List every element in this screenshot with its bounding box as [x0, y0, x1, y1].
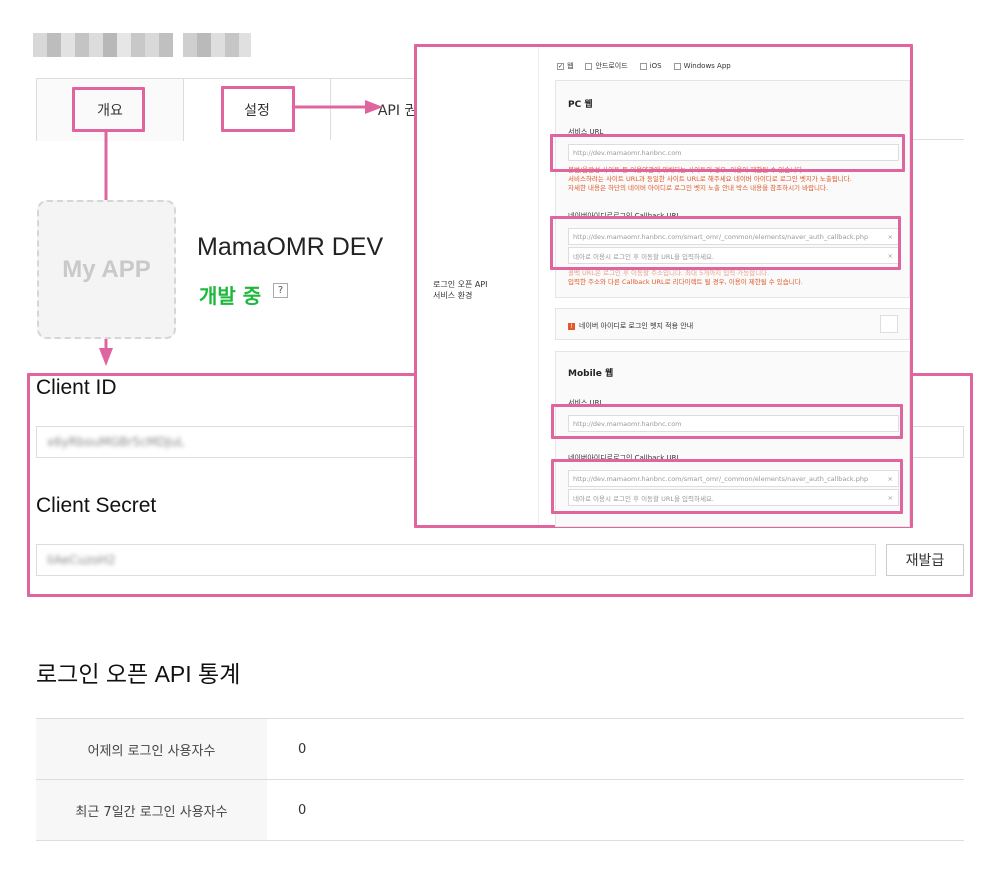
arrow-down-head [99, 348, 113, 366]
env-option-windows[interactable]: Windows App [673, 62, 731, 70]
env-option-label: Windows App [683, 62, 731, 70]
pc-callback-highlight [550, 216, 901, 270]
warning-icon: ! [568, 322, 575, 330]
stats-label: 최근 7일간 로그인 사용자수 [36, 780, 267, 840]
settings-screenshot-overlay: 로그인 오픈 API 서비스 환경 ✓ 웹 안드로이드 iOS Windows A… [414, 44, 913, 528]
stats-value: 0 [298, 741, 307, 757]
service-env-label: 로그인 오픈 API 서비스 환경 [433, 279, 488, 301]
pc-callback-notes: 콜백 URL은 로그인 후 이동할 주소입니다. 최대 5개까지 입력 가능합니… [568, 269, 903, 287]
stats-value: 0 [298, 802, 307, 818]
badge-notice-label: 네이버 아이디로 로그인 벳지 적용 안내 [579, 322, 694, 330]
pc-note-2: 서비스하려는 사이트 URL과 동일한 사이트 URL로 해주세요 네이버 아이… [568, 175, 852, 183]
client-id-value: x6yRbouMGBr5cMDJuL [47, 435, 185, 449]
help-icon[interactable]: ? [273, 283, 288, 298]
arrow-right-head [365, 100, 383, 114]
checkbox-icon [673, 62, 681, 70]
app-icon-text: My APP [62, 255, 151, 283]
app-name: MamaOMR DEV [197, 233, 384, 261]
pc-note-3: 자세한 내용은 하단의 네이버 아이디로 로그인 벳지 노출 안내 박스 내용을… [568, 184, 829, 192]
service-env-label-line2: 서비스 환경 [433, 291, 473, 300]
table-row: 최근 7일간 로그인 사용자수 0 [36, 780, 964, 841]
reissue-button[interactable]: 재발급 [886, 544, 964, 576]
checkbox-checked-icon: ✓ [557, 62, 564, 70]
pc-callback-note-2: 입력한 주소와 다른 Callback URL로 리다이렉트 될 경우, 이용이… [568, 278, 803, 286]
mobile-service-url-highlight [551, 404, 903, 439]
checkbox-icon [639, 62, 647, 70]
env-option-label: iOS [649, 62, 662, 70]
panel-divider [538, 47, 539, 525]
badge-notice[interactable]: ! 네이버 아이디로 로그인 벳지 적용 안내 [568, 321, 693, 331]
client-secret-value: IiAeCuzoH2 [47, 553, 116, 567]
client-secret-label: Client Secret [36, 494, 157, 517]
client-id-label: Client ID [36, 376, 117, 399]
mobile-web-title: Mobile 웹 [568, 369, 614, 379]
env-options: ✓ 웹 안드로이드 iOS Windows App [557, 61, 731, 71]
app-status-badge: 개발 중 [199, 284, 262, 308]
pc-service-url-highlight [550, 134, 905, 172]
table-row: 어제의 로그인 사용자수 0 [36, 719, 964, 780]
pc-callback-note-1: 콜백 URL은 로그인 후 이동할 주소입니다. 최대 5개까지 입력 가능합니… [568, 269, 770, 277]
env-option-android[interactable]: 안드로이드 [585, 61, 628, 71]
stats-table: 어제의 로그인 사용자수 0 최근 7일간 로그인 사용자수 0 [36, 718, 964, 841]
env-option-label: 안드로이드 [595, 62, 628, 70]
env-option-ios[interactable]: iOS [639, 62, 662, 70]
env-option-label: 웹 [567, 62, 574, 70]
client-secret-field[interactable]: IiAeCuzoH2 [36, 544, 876, 576]
checkbox-icon [585, 62, 593, 70]
stats-label: 어제의 로그인 사용자수 [36, 719, 267, 779]
mobile-callback-highlight [551, 459, 903, 514]
badge-toggle-box[interactable] [880, 315, 898, 333]
pc-web-title: PC 웹 [568, 100, 593, 110]
service-env-label-line1: 로그인 오픈 API [433, 280, 488, 289]
app-icon-placeholder: My APP [37, 200, 176, 339]
env-option-web[interactable]: ✓ 웹 [557, 61, 573, 71]
stats-title: 로그인 오픈 API 통계 [36, 661, 241, 687]
